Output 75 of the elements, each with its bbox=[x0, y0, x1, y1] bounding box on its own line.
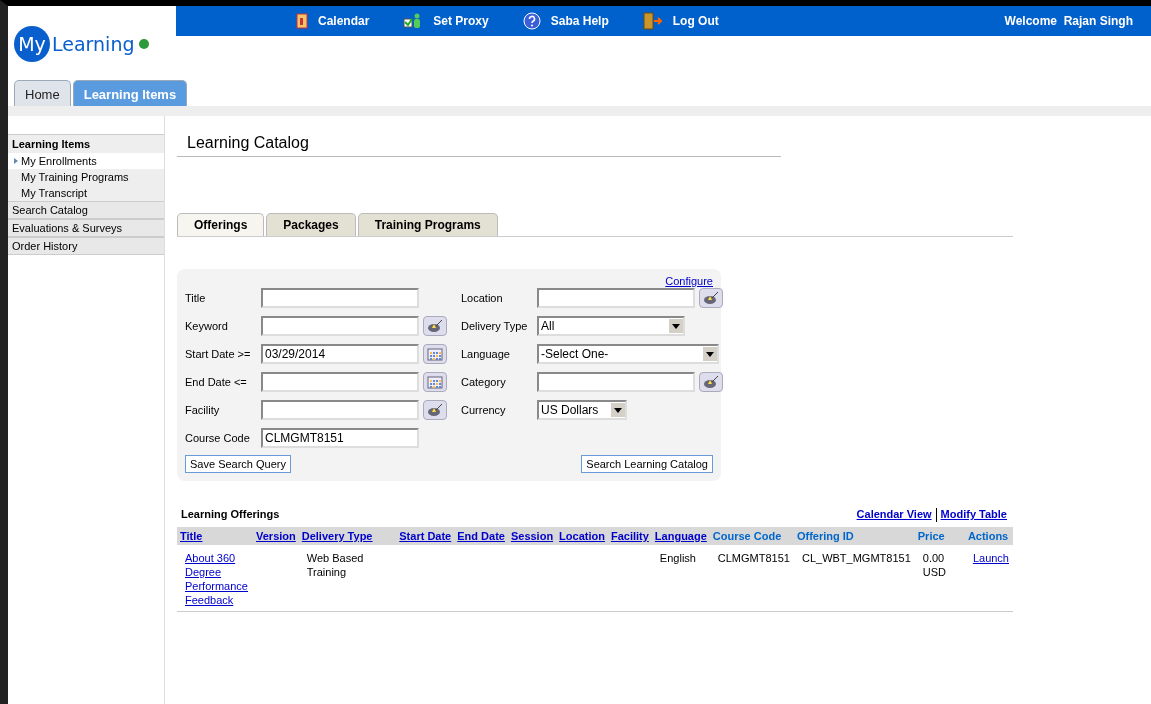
text-field[interactable] bbox=[261, 316, 419, 336]
text-field[interactable] bbox=[261, 288, 419, 308]
nav-tab[interactable]: Home bbox=[14, 80, 71, 106]
field-label: Language bbox=[461, 348, 511, 360]
column-header-link[interactable]: Location bbox=[556, 526, 608, 545]
save-query-button[interactable]: Save Search Query bbox=[185, 455, 291, 473]
field-label: Keyword bbox=[185, 320, 229, 332]
text-field[interactable]: CLMGMT8151 bbox=[261, 428, 419, 448]
top-nav-link[interactable]: Set Proxy bbox=[403, 13, 489, 29]
column-header-link[interactable]: Start Date bbox=[396, 526, 455, 545]
help-icon bbox=[522, 12, 541, 30]
table-link[interactable]: Modify Table bbox=[940, 508, 1007, 520]
field-label: Delivery Type bbox=[461, 320, 529, 332]
lookup-icon[interactable] bbox=[423, 400, 447, 420]
field-label: Title bbox=[185, 292, 207, 304]
top-nav-link[interactable]: Calendar bbox=[296, 13, 370, 29]
table-link[interactable]: About 360 Degree Performance Feedback bbox=[177, 544, 253, 612]
sidebar-item[interactable]: Order History bbox=[8, 237, 164, 255]
column-header: Course Code bbox=[709, 526, 794, 545]
sidebar-item[interactable]: My Transcript bbox=[8, 185, 164, 201]
page-title: Learning Catalog bbox=[177, 134, 781, 157]
lookup-icon[interactable] bbox=[699, 372, 723, 392]
catalog-tab[interactable]: Training Programs bbox=[357, 213, 498, 236]
field-label: Facility bbox=[185, 404, 221, 416]
table-link[interactable]: Launch bbox=[964, 544, 1013, 612]
table-cell: CL_WBT_MGMT8151 bbox=[793, 544, 915, 612]
date-field[interactable]: 03/29/2014 bbox=[261, 344, 419, 364]
sidebar-item[interactable]: Search Catalog bbox=[8, 201, 164, 219]
welcome-text: Welcome Rajan Singh bbox=[1004, 14, 1133, 28]
table-cell: English bbox=[651, 544, 710, 612]
catalog-tab[interactable]: Offerings bbox=[177, 213, 265, 236]
field-label: Currency bbox=[461, 404, 507, 416]
column-header-link[interactable]: End Date bbox=[454, 526, 508, 545]
column-header: Offering ID bbox=[793, 526, 915, 545]
lookup-icon[interactable] bbox=[699, 288, 723, 308]
sidebar-item[interactable]: Evaluations & Surveys bbox=[8, 219, 164, 237]
table-cell: Web Based Training bbox=[298, 544, 397, 612]
table-cell: CLMGMT8151 bbox=[709, 544, 794, 612]
text-field[interactable] bbox=[537, 372, 695, 392]
field-label: End Date <= bbox=[185, 376, 248, 388]
column-header-link[interactable]: Facility bbox=[607, 526, 652, 545]
top-nav-link[interactable]: Saba Help bbox=[522, 12, 609, 30]
sidebar-heading: Learning Items bbox=[8, 134, 164, 153]
table-link[interactable]: Calendar View bbox=[856, 508, 932, 520]
calendar-icon[interactable] bbox=[423, 372, 447, 392]
column-header-link[interactable]: Language bbox=[651, 526, 710, 545]
dropdown[interactable]: All bbox=[537, 316, 685, 336]
text-field[interactable] bbox=[261, 400, 419, 420]
calendar-icon[interactable] bbox=[423, 344, 447, 364]
section-title: Learning Offerings bbox=[180, 508, 280, 521]
door-icon bbox=[642, 12, 663, 30]
lookup-icon[interactable] bbox=[423, 316, 447, 336]
configure-link[interactable]: Configure bbox=[185, 275, 713, 287]
logo: My Learning bbox=[14, 26, 150, 62]
field-label: Start Date >= bbox=[185, 348, 252, 360]
table-cell: 0.00 USD bbox=[914, 544, 965, 612]
field-label: Category bbox=[461, 376, 507, 388]
sidebar-item[interactable]: My Training Programs bbox=[8, 169, 164, 185]
date-field[interactable] bbox=[261, 372, 419, 392]
column-header-link[interactable]: Delivery Type bbox=[298, 526, 397, 545]
dropdown[interactable]: US Dollars bbox=[537, 400, 627, 420]
field-label: Course Code bbox=[185, 432, 251, 444]
column-header: Actions bbox=[964, 526, 1013, 545]
column-header-link[interactable]: Version bbox=[253, 526, 299, 545]
text-field[interactable] bbox=[537, 288, 695, 308]
column-header-link[interactable]: Session bbox=[507, 526, 557, 545]
column-header: Price bbox=[914, 526, 965, 545]
pointer-icon bbox=[14, 158, 18, 164]
catalog-tab[interactable]: Packages bbox=[266, 213, 356, 236]
calendar-icon bbox=[296, 13, 308, 29]
top-nav-link[interactable]: Log Out bbox=[642, 12, 719, 30]
dropdown[interactable]: -Select One- bbox=[537, 344, 719, 364]
search-button[interactable]: Search Learning Catalog bbox=[581, 455, 713, 473]
field-label: Location bbox=[461, 292, 504, 304]
column-header-link[interactable]: Title bbox=[177, 526, 253, 545]
